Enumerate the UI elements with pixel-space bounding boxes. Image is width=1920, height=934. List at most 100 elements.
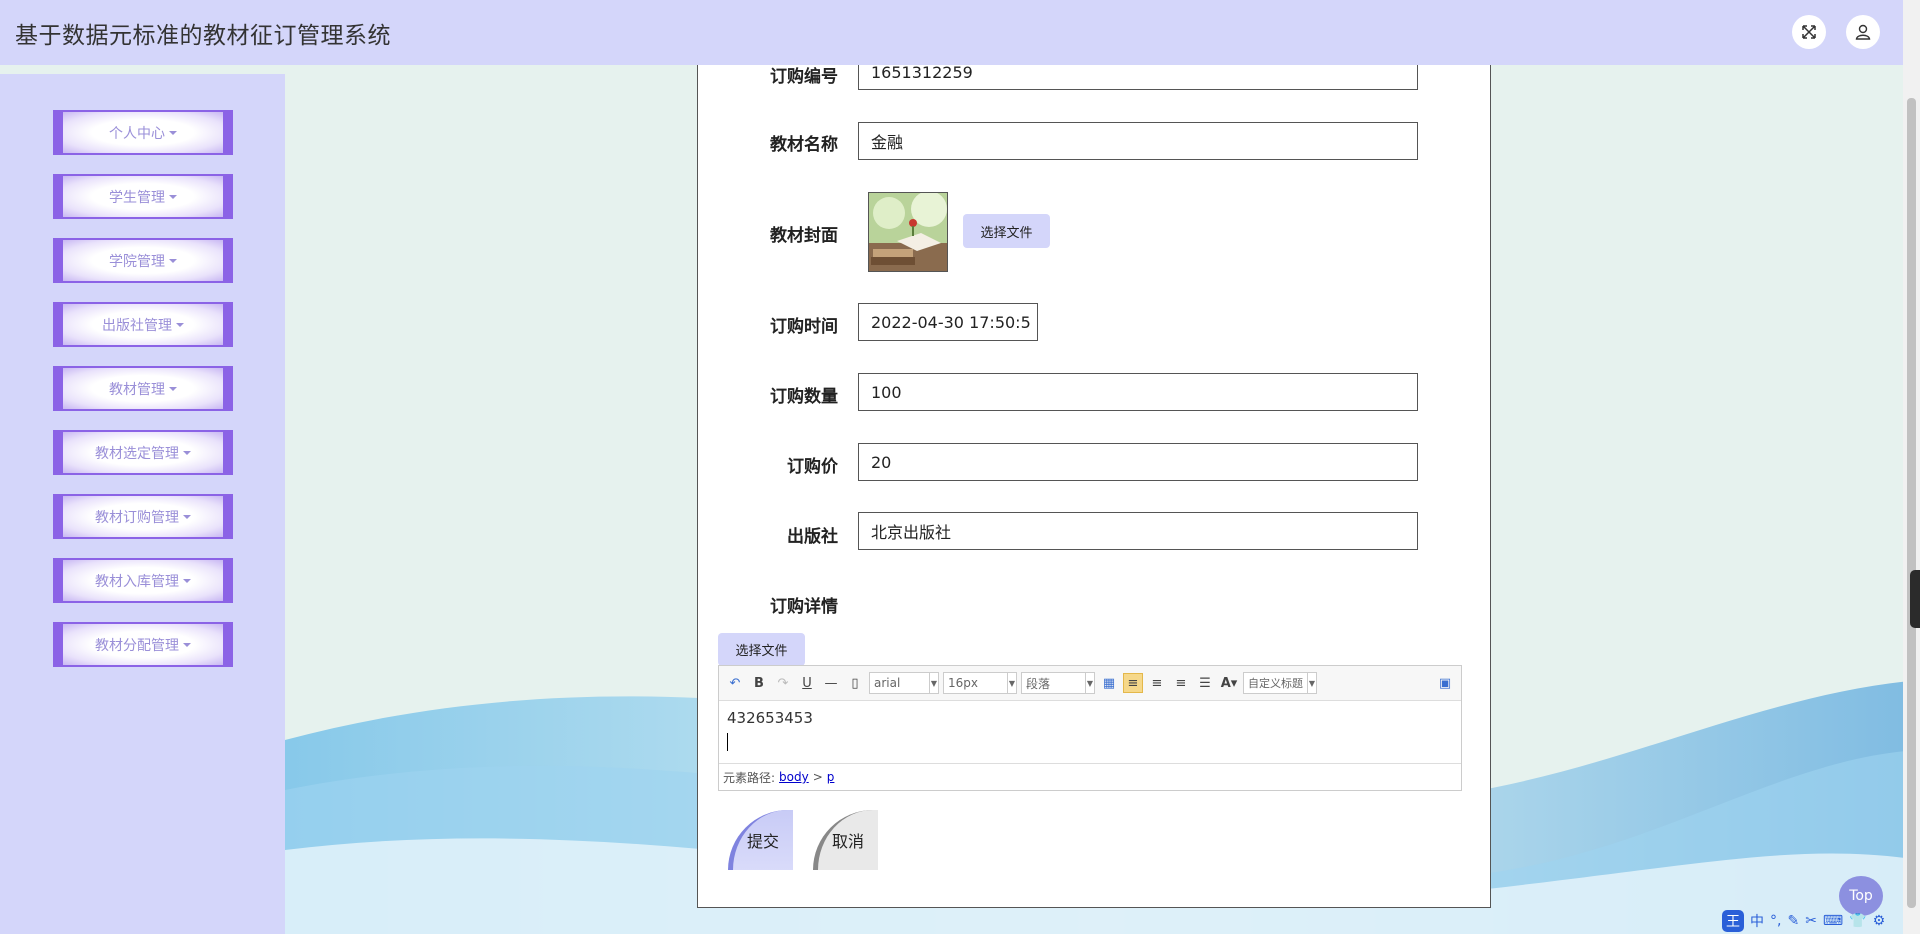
user-button[interactable] <box>1846 15 1880 49</box>
sidebar-item-publishers[interactable]: 出版社管理 <box>53 302 233 347</box>
redo-icon[interactable]: ↷ <box>773 673 793 693</box>
header: 基于数据元标准的教材征订管理系统 <box>0 0 1903 65</box>
sidebar-item-personal-center[interactable]: 个人中心 <box>53 110 233 155</box>
punctuation-icon[interactable]: °, <box>1770 913 1781 929</box>
sidebar-item-label: 学院管理 <box>109 253 165 270</box>
cancel-button[interactable]: 取消 <box>813 810 878 870</box>
side-panel-handle[interactable] <box>1910 570 1920 628</box>
quantity-input[interactable]: 100 <box>858 373 1418 411</box>
caret-down-icon <box>169 130 177 135</box>
path-separator: > <box>812 770 823 784</box>
paragraph-value: 段落 <box>1026 676 1051 691</box>
paragraph-select[interactable]: 段落 ▼ <box>1021 672 1095 694</box>
pen-icon[interactable]: ✎ <box>1787 913 1799 929</box>
order-time-label: 订购时间 <box>770 317 838 337</box>
book-name-input[interactable]: 金融 <box>858 122 1418 160</box>
sidebar-item-label: 教材选定管理 <box>95 445 179 462</box>
align-left-icon[interactable]: ≡ <box>1123 673 1143 693</box>
cover-image <box>868 192 948 272</box>
cover-label: 教材封面 <box>770 226 838 246</box>
order-form: 订购编号 1651312259 教材名称 金融 教材封面 选择文件 订购时间 2… <box>697 55 1491 908</box>
keyboard-icon[interactable]: ⌨ <box>1823 913 1843 929</box>
sidebar-item-label: 教材分配管理 <box>95 637 179 654</box>
bold-icon[interactable]: B <box>749 673 769 693</box>
settings-icon[interactable]: ⚙ <box>1873 913 1886 929</box>
page-icon[interactable]: ▯ <box>845 673 865 693</box>
page-scrollbar[interactable] <box>1903 0 1920 934</box>
sidebar-item-textbook-orders[interactable]: 教材订购管理 <box>53 494 233 539</box>
font-size-value: 16px <box>948 676 978 690</box>
price-label: 订购价 <box>787 457 838 477</box>
align-center-icon[interactable]: ≡ <box>1171 673 1191 693</box>
sidebar-item-students[interactable]: 学生管理 <box>53 174 233 219</box>
align-justify-icon[interactable]: ☰ <box>1195 673 1215 693</box>
caret-down-icon <box>183 578 191 583</box>
horizontal-rule-icon[interactable]: — <box>821 673 841 693</box>
scrollbar-thumb[interactable] <box>1907 98 1916 908</box>
table-icon[interactable]: ▦ <box>1099 673 1119 693</box>
custom-title-select[interactable]: 自定义标题 ▼ <box>1243 672 1317 694</box>
underline-icon[interactable]: U <box>797 673 817 693</box>
quantity-label: 订购数量 <box>770 387 838 407</box>
preview-icon[interactable]: ▣ <box>1435 673 1455 693</box>
price-input[interactable]: 20 <box>858 443 1418 481</box>
scissors-icon[interactable]: ✂ <box>1805 913 1817 929</box>
ime-toolbar: 王 中 °, ✎ ✂ ⌨ 👕 ⚙ <box>1722 908 1885 934</box>
caret-down-icon <box>169 386 177 391</box>
order-no-label: 订购编号 <box>770 67 838 87</box>
sidebar-item-textbooks[interactable]: 教材管理 <box>53 366 233 411</box>
path-p-link[interactable]: p <box>827 770 835 784</box>
app-title: 基于数据元标准的教材征订管理系统 <box>15 22 391 49</box>
editor-text: 432653453 <box>727 709 813 727</box>
book-name-label: 教材名称 <box>770 135 838 155</box>
font-color-icon[interactable]: A▾ <box>1219 673 1239 693</box>
caret-down-icon <box>176 322 184 327</box>
sidebar-item-colleges[interactable]: 学院管理 <box>53 238 233 283</box>
dropdown-arrow-icon: ▼ <box>1307 673 1316 693</box>
caret-down-icon <box>183 642 191 647</box>
shirt-icon[interactable]: 👕 <box>1849 913 1866 929</box>
user-icon <box>1855 24 1871 40</box>
sidebar: 个人中心 学生管理 学院管理 出版社管理 教材管理 教材选定管理 教材订购管理 … <box>0 74 285 934</box>
editor-content[interactable]: 432653453 <box>719 701 1461 763</box>
dropdown-arrow-icon: ▼ <box>929 673 938 693</box>
sidebar-item-textbook-allocation[interactable]: 教材分配管理 <box>53 622 233 667</box>
sidebar-item-label: 教材管理 <box>109 381 165 398</box>
publisher-label: 出版社 <box>787 527 838 547</box>
ime-logo-icon[interactable]: 王 <box>1722 910 1744 932</box>
sidebar-item-textbook-selection[interactable]: 教材选定管理 <box>53 430 233 475</box>
font-size-select[interactable]: 16px ▼ <box>943 672 1017 694</box>
book-cover-thumbnail <box>869 193 947 271</box>
sidebar-item-textbook-stock-in[interactable]: 教材入库管理 <box>53 558 233 603</box>
path-body-link[interactable]: body <box>779 770 809 784</box>
sidebar-item-label: 学生管理 <box>109 189 165 206</box>
submit-button[interactable]: 提交 <box>728 810 793 870</box>
undo-icon[interactable]: ↶ <box>725 673 745 693</box>
publisher-input[interactable]: 北京出版社 <box>858 512 1418 550</box>
caret-down-icon <box>183 514 191 519</box>
sidebar-item-label: 教材订购管理 <box>95 509 179 526</box>
caret-down-icon <box>183 450 191 455</box>
font-family-select[interactable]: arial ▼ <box>869 672 939 694</box>
custom-title-value: 自定义标题 <box>1248 677 1303 690</box>
caret-down-icon <box>169 194 177 199</box>
caret-down-icon <box>169 258 177 263</box>
fullscreen-button[interactable] <box>1792 15 1826 49</box>
sidebar-item-label: 出版社管理 <box>102 317 172 334</box>
dropdown-arrow-icon: ▼ <box>1085 673 1094 693</box>
choose-cover-file-button[interactable]: 选择文件 <box>963 214 1050 248</box>
details-label: 订购详情 <box>770 597 838 617</box>
font-family-value: arial <box>874 676 901 690</box>
order-time-input[interactable]: 2022-04-30 17:50:5 <box>858 303 1038 341</box>
fullscreen-icon <box>1802 25 1816 39</box>
sidebar-item-label: 个人中心 <box>109 125 165 142</box>
align-right-icon[interactable]: ≡ <box>1147 673 1167 693</box>
ime-chinese-mode[interactable]: 中 <box>1750 911 1764 931</box>
sidebar-item-label: 教材入库管理 <box>95 573 179 590</box>
dropdown-arrow-icon: ▼ <box>1007 673 1016 693</box>
editor-toolbar: ↶ B ↷ U — ▯ arial ▼ 16px ▼ 段落 ▼ ▦ ≡ ≡ ≡ ☰ A… <box>719 666 1461 701</box>
choose-details-file-button[interactable]: 选择文件 <box>718 633 805 666</box>
element-path-label: 元素路径: <box>723 770 776 785</box>
text-cursor <box>727 733 728 751</box>
rich-text-editor: ↶ B ↷ U — ▯ arial ▼ 16px ▼ 段落 ▼ ▦ ≡ ≡ ≡ ☰ A… <box>718 665 1462 791</box>
